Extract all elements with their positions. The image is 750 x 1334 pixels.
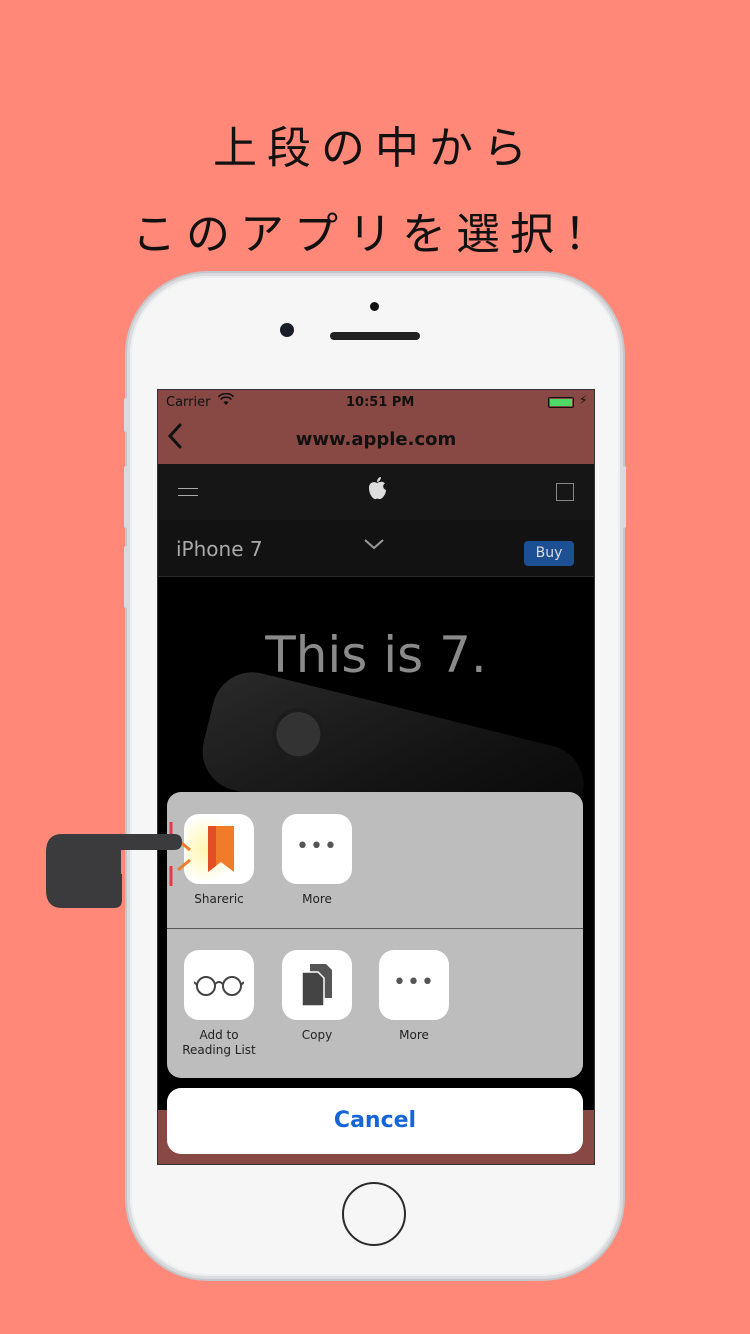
cancel-button[interactable]: Cancel	[167, 1088, 583, 1154]
headline-line-1: 上段の中から	[213, 123, 537, 174]
bookmark-icon	[208, 826, 234, 872]
browser-nav-bar: www.apple.com	[158, 416, 594, 464]
shopping-bag-icon[interactable]	[556, 483, 574, 501]
apple-logo-icon[interactable]	[366, 476, 388, 508]
phone-screen: Carrier 10:51 PM ⚡ www.apple.com iPhone …	[157, 389, 595, 1165]
home-button[interactable]	[342, 1182, 406, 1246]
product-nav-bar: iPhone 7 Buy	[158, 520, 594, 577]
proximity-sensor	[370, 302, 379, 311]
wifi-icon	[217, 392, 235, 410]
pointing-hand-icon	[46, 834, 182, 908]
earpiece-speaker	[330, 332, 420, 340]
hero-headline: This is 7.	[265, 626, 487, 684]
status-bar: Carrier 10:51 PM ⚡	[158, 390, 594, 416]
charging-icon: ⚡	[579, 393, 588, 407]
product-name[interactable]: iPhone 7	[176, 537, 263, 561]
site-global-nav	[158, 464, 594, 520]
front-camera	[280, 323, 294, 337]
glasses-icon	[194, 976, 244, 996]
volume-down-button	[124, 546, 128, 608]
status-time: 10:51 PM	[346, 395, 415, 410]
action-label-copy: Copy	[301, 1028, 333, 1042]
headline-line-2: このアプリを選択！	[132, 209, 618, 260]
buy-button[interactable]: Buy	[524, 541, 574, 566]
more-icon: •••	[393, 970, 435, 995]
action-label-more: More	[399, 1028, 429, 1042]
volume-up-button	[124, 466, 128, 528]
app-tile-more[interactable]: •••	[282, 814, 352, 884]
hamburger-menu-icon[interactable]	[178, 488, 198, 502]
page-url: www.apple.com	[295, 429, 457, 450]
mute-switch	[124, 398, 128, 432]
sheet-divider	[167, 928, 583, 929]
power-button	[622, 466, 626, 528]
app-label-shareric: Shareric	[194, 892, 244, 906]
action-tile-reading-list[interactable]	[184, 950, 254, 1020]
more-icon: •••	[296, 834, 338, 859]
app-label-more: More	[302, 892, 332, 906]
battery-icon	[548, 397, 574, 408]
copy-icon	[301, 964, 332, 1006]
chevron-down-icon[interactable]	[363, 535, 385, 556]
carrier-label: Carrier	[166, 395, 211, 410]
share-sheet: Shareric ••• More Add to Reading List Co…	[167, 792, 583, 1078]
action-tile-copy[interactable]	[282, 950, 352, 1020]
action-tile-more[interactable]: •••	[379, 950, 449, 1020]
action-label-reading-list: Add to Reading List	[182, 1028, 256, 1057]
